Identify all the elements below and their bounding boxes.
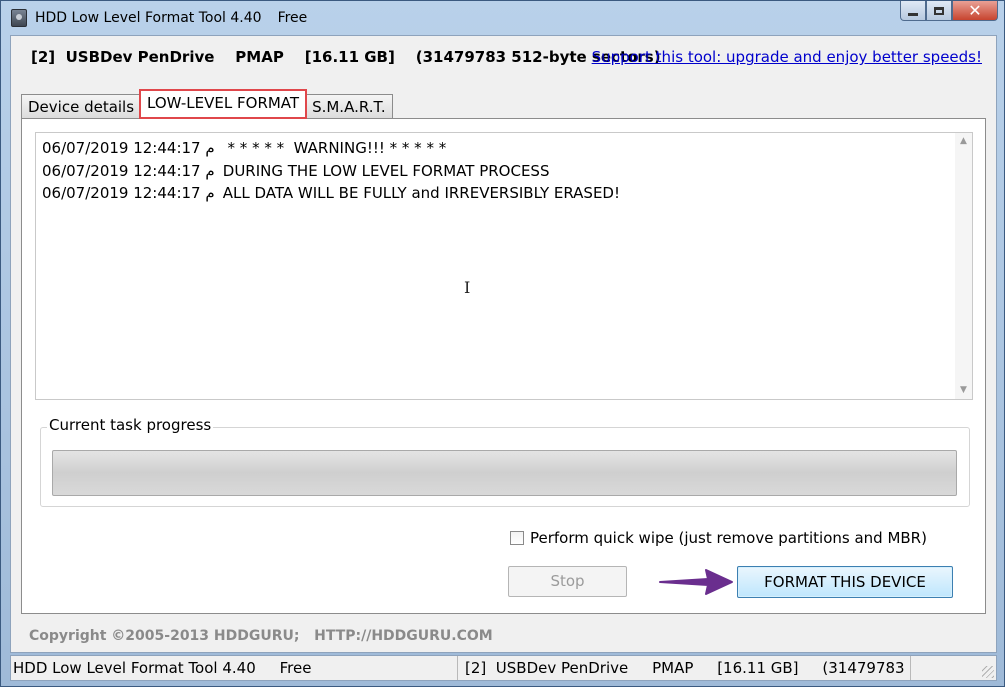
device-info: [2] USBDev PenDrive PMAP [16.11 GB] (314… [31, 48, 661, 66]
log-message: * * * * * WARNING!!! * * * * * [218, 139, 447, 157]
log-textarea[interactable]: 06/07/2019 12:44:17 م * * * * * WARNING!… [35, 132, 973, 400]
maximize-button[interactable] [926, 1, 952, 21]
close-button[interactable]: ✕ [952, 1, 998, 21]
log-message: ALL DATA WILL BE FULLY and IRREVERSIBLY … [218, 184, 620, 202]
progress-group: Current task progress [40, 416, 970, 507]
quick-wipe-label[interactable]: Perform quick wipe (just remove partitio… [530, 529, 927, 547]
quick-wipe-option[interactable]: Perform quick wipe (just remove partitio… [510, 529, 927, 547]
log-timestamp: 06/07/2019 12:44:17 م [42, 161, 215, 180]
minimize-icon [908, 12, 918, 16]
copyright-text: Copyright ©2005-2013 HDDGURU; HTTP://HDD… [29, 628, 493, 644]
tab-low-level-format[interactable]: LOW-LEVEL FORMAT [139, 89, 308, 119]
scroll-down-icon[interactable]: ▼ [955, 382, 972, 399]
status-app-info: HDD Low Level Format Tool 4.40 Free [13, 656, 458, 680]
support-link[interactable]: Support this tool: upgrade and enjoy bet… [592, 48, 982, 66]
format-device-button[interactable]: FORMAT THIS DEVICE [737, 566, 953, 598]
scroll-up-icon[interactable]: ▲ [955, 133, 972, 150]
hdd-icon [11, 9, 27, 27]
log-line: 06/07/2019 12:44:17 م * * * * * WARNING!… [42, 137, 620, 160]
window-controls: ✕ [900, 1, 998, 23]
log-line: 06/07/2019 12:44:17 م ALL DATA WILL BE F… [42, 182, 620, 205]
tab-smart[interactable]: S.M.A.R.T. [305, 94, 393, 118]
log-timestamp: 06/07/2019 12:44:17 م [42, 184, 215, 202]
stop-button[interactable]: Stop [508, 566, 627, 597]
tab-strip: Device details LOW-LEVEL FORMAT S.M.A.R.… [21, 89, 393, 119]
status-device-info: [2] USBDev PenDrive PMAP [16.11 GB] (314… [465, 656, 911, 680]
window-title-app: HDD Low Level Format Tool 4.40 [35, 10, 262, 26]
title-bar[interactable]: HDD Low Level Format Tool 4.40 Free ✕ [1, 1, 1004, 35]
log-timestamp: 06/07/2019 12:44:17 م [42, 139, 215, 157]
low-level-format-panel: 06/07/2019 12:44:17 م * * * * * WARNING!… [21, 118, 986, 614]
progress-label: Current task progress [47, 416, 214, 434]
progress-bar [52, 450, 957, 496]
log-scrollbar[interactable]: ▲ ▼ [955, 133, 972, 399]
window-title-edition: Free [277, 10, 308, 26]
log-message: DURING THE LOW LEVEL FORMAT PROCESS [218, 161, 550, 180]
tab-device-details[interactable]: Device details [21, 94, 142, 118]
window-title: HDD Low Level Format Tool 4.40 Free [35, 10, 307, 26]
log-lines: 06/07/2019 12:44:17 م * * * * * WARNING!… [42, 137, 620, 205]
client-area: [2] USBDev PenDrive PMAP [16.11 GB] (314… [10, 35, 997, 653]
maximize-icon [934, 6, 944, 15]
resize-grip-icon[interactable] [982, 666, 994, 678]
main-window: HDD Low Level Format Tool 4.40 Free ✕ [2]… [0, 0, 1005, 687]
close-icon: ✕ [968, 1, 982, 20]
log-line: 06/07/2019 12:44:17 م DURING THE LOW LEV… [42, 160, 620, 183]
i-beam-cursor-icon: I [464, 278, 471, 297]
quick-wipe-checkbox[interactable] [510, 531, 524, 545]
status-bar: HDD Low Level Format Tool 4.40 Free [2] … [10, 655, 997, 681]
arrow-right-icon [659, 569, 733, 595]
minimize-button[interactable] [900, 1, 926, 21]
